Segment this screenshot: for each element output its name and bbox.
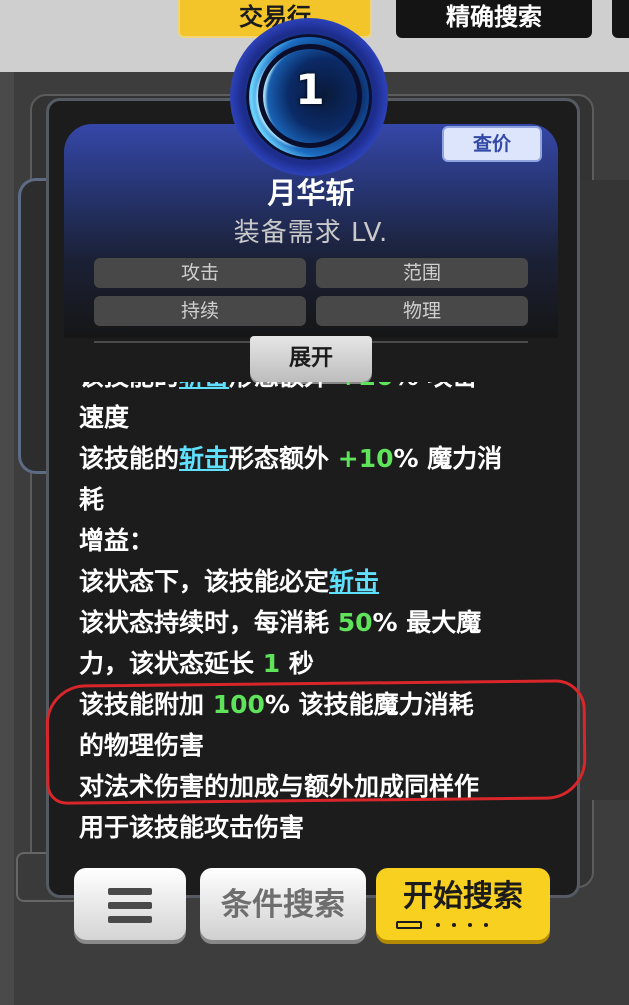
condition-search-button[interactable]: 条件搜索 xyxy=(200,868,366,940)
description-text: 形态额外 xyxy=(229,444,338,473)
keyword-link[interactable]: 斩击 xyxy=(179,444,229,473)
highlight-number: 50 xyxy=(337,608,373,637)
description-text: 秒 xyxy=(280,649,314,678)
check-price-button[interactable]: 查价 xyxy=(442,126,542,162)
menu-button[interactable] xyxy=(74,868,186,940)
page-dot xyxy=(484,923,488,927)
description-text: 速度 xyxy=(79,403,130,432)
description-line: 力，该状态延长 1 秒 xyxy=(79,643,561,684)
description-line: 速度 xyxy=(79,397,561,438)
skill-tag: 持续 xyxy=(94,296,306,326)
description-text: 用于该技能攻击伤害 xyxy=(79,813,305,842)
page-indicator xyxy=(396,918,516,932)
description-text: 力，该状态延长 xyxy=(79,649,263,678)
page-dot xyxy=(452,923,456,927)
skill-name: 月华斩 xyxy=(267,176,355,210)
description-line: 用于该技能攻击伤害 xyxy=(79,807,561,848)
page-dot xyxy=(436,923,440,927)
page-dot-active xyxy=(396,921,422,929)
skill-tag: 范围 xyxy=(316,258,528,288)
description-line: 该状态下，该技能必定斩击 xyxy=(79,561,561,602)
highlight-number: 1 xyxy=(262,649,281,678)
description-text: 该状态下，该技能必定 xyxy=(79,567,330,596)
skill-tag: 物理 xyxy=(316,296,528,326)
description-text: % 魔力消 xyxy=(393,444,503,473)
skill-tag: 攻击 xyxy=(94,258,306,288)
description-line: 该技能的斩击形态额外 +20% 攻击 xyxy=(79,382,561,397)
tab-precise-search[interactable]: 精确搜索 xyxy=(396,0,592,38)
keyword-link[interactable]: 斩击 xyxy=(329,567,379,596)
highlight-number: +20 xyxy=(338,382,394,391)
expand-button[interactable]: 展开 xyxy=(250,336,372,382)
description-text: 增益： xyxy=(79,526,155,555)
description-text: 形态额外 xyxy=(229,382,338,391)
description-line: 该技能的斩击形态额外 +10% 魔力消 xyxy=(79,438,561,479)
equip-requirement: 装备需求 LV. xyxy=(233,218,389,248)
description-text: 该技能的 xyxy=(79,444,180,473)
hamburger-icon xyxy=(108,888,152,930)
description-line: 耗 xyxy=(79,479,561,520)
description-text: % 最大魔 xyxy=(372,608,482,637)
description-text: 该技能的 xyxy=(79,382,179,391)
description-line: 增益： xyxy=(79,520,561,561)
tab-more[interactable] xyxy=(612,0,629,38)
highlight-number: +10 xyxy=(337,444,394,473)
description-text: 耗 xyxy=(79,485,105,514)
hand-drawn-highlight xyxy=(45,679,587,805)
keyword-link[interactable]: 斩击 xyxy=(179,382,229,391)
page-dot xyxy=(468,923,472,927)
description-line: 该状态持续时，每消耗 50% 最大魔 xyxy=(79,602,561,643)
description-text: % 攻击 xyxy=(394,382,478,391)
skill-level: 1 xyxy=(295,65,325,114)
description-text: 该状态持续时，每消耗 xyxy=(79,608,338,637)
